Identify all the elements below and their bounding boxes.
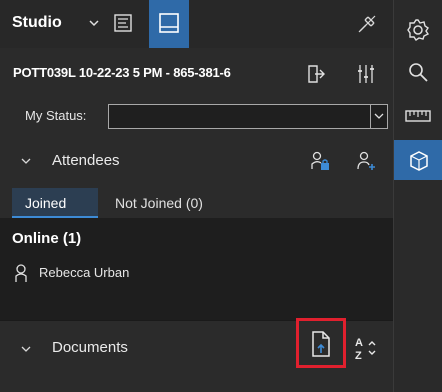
attendees-title: Attendees bbox=[52, 152, 120, 169]
pin-icon[interactable] bbox=[356, 13, 378, 35]
attendees-header[interactable]: Attendees bbox=[0, 142, 393, 180]
status-label: My Status: bbox=[25, 108, 87, 123]
svg-text:A: A bbox=[355, 337, 363, 349]
tab-joined[interactable]: Joined bbox=[12, 188, 98, 218]
chevron-down-icon[interactable] bbox=[20, 344, 32, 354]
studio-panel: Studio POTT039L 10-22-23 5 PM - 865-381-… bbox=[0, 0, 393, 392]
tab-joined-label: Joined bbox=[25, 195, 67, 211]
search-icon bbox=[409, 63, 428, 82]
documents-title: Documents bbox=[52, 339, 128, 356]
rail-search[interactable] bbox=[394, 52, 442, 92]
attendee-list: Online (1) Rebecca Urban bbox=[0, 218, 393, 320]
documents-header[interactable]: Documents A Z bbox=[0, 318, 393, 392]
user-icon bbox=[15, 264, 27, 282]
sort-az-icon[interactable]: A Z bbox=[353, 334, 379, 362]
upload-document-highlight bbox=[296, 318, 346, 368]
sliders-icon[interactable] bbox=[356, 63, 376, 85]
session-name: POTT039L 10-22-23 5 PM - 865-381-6 bbox=[13, 65, 231, 80]
rail-settings[interactable] bbox=[394, 10, 442, 50]
studio-title[interactable]: Studio bbox=[12, 14, 62, 32]
layout-button[interactable] bbox=[149, 0, 189, 48]
chevron-down-icon[interactable] bbox=[88, 17, 100, 29]
chevron-down-icon bbox=[374, 113, 384, 119]
settings-icon bbox=[407, 19, 430, 41]
rail-cube[interactable] bbox=[394, 140, 442, 180]
rail-ruler[interactable] bbox=[394, 96, 442, 136]
status-dropdown-arrow[interactable] bbox=[370, 105, 387, 128]
upload-document-icon[interactable] bbox=[308, 330, 334, 358]
panel-header: Studio bbox=[0, 0, 393, 48]
tool-rail bbox=[393, 0, 442, 392]
online-header[interactable]: Online (1) bbox=[12, 230, 81, 247]
status-row: My Status: bbox=[0, 98, 393, 134]
ruler-icon bbox=[405, 110, 431, 122]
notes-icon[interactable] bbox=[113, 13, 133, 33]
add-user-icon[interactable] bbox=[354, 150, 378, 172]
session-row: POTT039L 10-22-23 5 PM - 865-381-6 bbox=[0, 54, 393, 94]
exit-icon[interactable] bbox=[306, 64, 326, 84]
tab-not-joined[interactable]: Not Joined (0) bbox=[115, 195, 203, 211]
attendee-name: Rebecca Urban bbox=[39, 265, 130, 280]
layout-icon bbox=[159, 13, 179, 33]
svg-text:Z: Z bbox=[355, 350, 362, 362]
attendee-tabs: Joined Not Joined (0) bbox=[0, 188, 393, 218]
status-select[interactable] bbox=[108, 104, 388, 129]
cube-icon bbox=[410, 151, 428, 171]
lock-user-icon[interactable] bbox=[309, 150, 331, 172]
chevron-down-icon[interactable] bbox=[20, 156, 32, 166]
